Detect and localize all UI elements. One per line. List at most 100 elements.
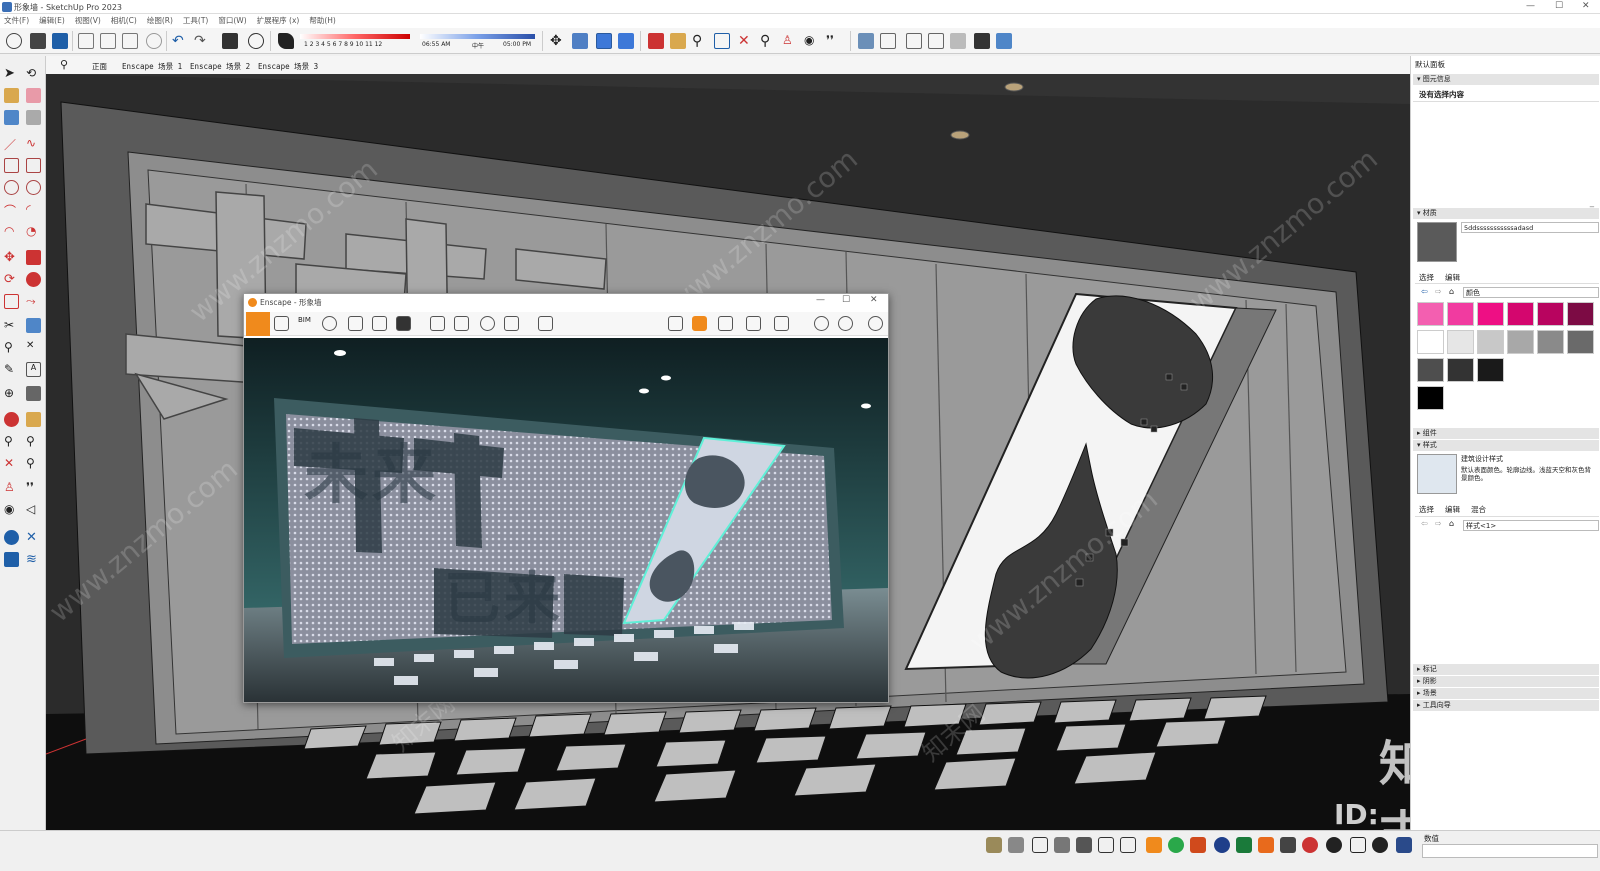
material-swatch[interactable] <box>1417 330 1444 354</box>
two-point-arc-icon[interactable]: ◜ <box>26 202 41 217</box>
material-swatch[interactable] <box>1537 302 1564 326</box>
enscape-collaboration-icon[interactable] <box>692 316 707 331</box>
enscape-sync-icon[interactable] <box>1168 837 1184 853</box>
enscape-video-icon[interactable] <box>396 316 411 331</box>
shaded-textures-icon[interactable] <box>974 33 990 49</box>
material-swatch[interactable] <box>1567 302 1594 326</box>
extension-warehouse-icon[interactable] <box>1054 837 1070 853</box>
wireframe-icon[interactable] <box>906 33 922 49</box>
user-icon[interactable] <box>1396 837 1412 853</box>
back-arrow-icon[interactable]: ⇦ <box>1421 287 1428 296</box>
material-swatch[interactable] <box>1417 302 1444 326</box>
plugin-c-icon[interactable] <box>4 552 19 567</box>
menu-window[interactable]: 窗口(W) <box>218 14 246 28</box>
home-icon[interactable]: ⌂ <box>1449 287 1454 296</box>
zoom-extents-tool-icon[interactable]: ✕ <box>4 456 19 471</box>
previous-view-icon[interactable]: ⚲ <box>760 33 776 49</box>
enscape-window[interactable]: Enscape - 形象墙 — ☐ ✕ BIM 未来 已来 <box>243 293 889 703</box>
enscape-minimize-button[interactable]: — <box>816 295 825 305</box>
freehand-icon[interactable]: ∿ <box>26 136 41 151</box>
menu-camera[interactable]: 相机(C) <box>111 14 137 28</box>
undo-icon[interactable]: ↶ <box>172 33 188 49</box>
push-pull-icon[interactable] <box>26 250 41 265</box>
material-swatch[interactable] <box>1447 302 1474 326</box>
enscape-render-view[interactable]: 未来 已来 <box>244 338 888 702</box>
menu-help[interactable]: 帮助(H) <box>309 14 336 28</box>
tab-enscape-1[interactable]: Enscape 场景 1 <box>122 61 182 72</box>
layout-icon[interactable] <box>1076 837 1092 853</box>
styles-tab-edit[interactable]: 编辑 <box>1445 504 1460 515</box>
enscape-views-icon[interactable] <box>274 316 289 331</box>
credits-icon[interactable] <box>1008 837 1024 853</box>
make-component-icon[interactable] <box>4 110 19 125</box>
rotated-rect-icon[interactable] <box>26 158 41 173</box>
materials-dropdown[interactable]: 颜色 <box>1463 287 1599 298</box>
material-swatch[interactable] <box>1417 386 1444 410</box>
style-builder-icon[interactable] <box>1120 837 1136 853</box>
scenes-header[interactable]: ▸ 场景 <box>1413 688 1599 699</box>
copy-icon[interactable] <box>100 33 116 49</box>
styles-home-icon[interactable]: ⌂ <box>1449 519 1454 528</box>
gear-icon[interactable] <box>1326 837 1342 853</box>
plugin-a-icon[interactable] <box>4 530 19 545</box>
zoom-tool-icon[interactable]: ⚲ <box>4 434 19 449</box>
enscape-vr-icon[interactable] <box>480 316 495 331</box>
zoom-window-icon[interactable] <box>714 33 730 49</box>
enscape-cube-icon[interactable] <box>718 316 733 331</box>
cloud-upload-icon[interactable] <box>1302 837 1318 853</box>
tape-icon[interactable] <box>26 110 41 125</box>
shadows-icon[interactable] <box>278 33 294 49</box>
checker-icon[interactable] <box>1280 837 1296 853</box>
eraser-icon[interactable] <box>26 88 41 103</box>
tags-header[interactable]: ▸ 标记 <box>1413 664 1599 675</box>
components-header[interactable]: ▸ 组件 <box>1413 428 1599 439</box>
mail-icon[interactable] <box>1350 837 1366 853</box>
materials-tab-select[interactable]: 选择 <box>1419 272 1434 283</box>
material-swatch[interactable] <box>1477 330 1504 354</box>
zoom-window-tool-icon[interactable]: ⚲ <box>26 434 41 449</box>
enscape-screenshot-icon[interactable] <box>430 316 445 331</box>
styles-forward-icon[interactable]: ⇨ <box>1435 519 1442 528</box>
axes-icon[interactable]: ✎ <box>4 362 19 377</box>
minimize-button[interactable]: — <box>1526 1 1535 11</box>
menu-file[interactable]: 文件(F) <box>4 14 29 28</box>
model-info-icon[interactable] <box>248 33 264 49</box>
shadow-date-slider[interactable] <box>300 34 410 39</box>
enscape-binoculars-icon[interactable] <box>322 316 337 331</box>
menu-view[interactable]: 视图(V) <box>75 14 101 28</box>
previous-tool-icon[interactable]: ⚲ <box>26 456 41 471</box>
enscape-export-icon[interactable] <box>538 316 553 331</box>
search-icon[interactable]: ⚲ <box>60 58 68 71</box>
enscape-start-icon[interactable] <box>1146 837 1162 853</box>
materials-header[interactable]: ▾ 材质 <box>1413 208 1599 219</box>
material-swatch[interactable] <box>1507 330 1534 354</box>
forward-arrow-icon[interactable]: ⇨ <box>1435 287 1442 296</box>
maximize-button[interactable]: ☐ <box>1555 1 1563 11</box>
enscape-360-icon[interactable] <box>504 316 519 331</box>
entity-info-header[interactable]: ▾ 图元信息 <box>1413 74 1599 85</box>
zoom-extents-icon[interactable]: ✕ <box>738 33 754 49</box>
back-edges-icon[interactable] <box>880 33 896 49</box>
enscape-bim-label[interactable]: BIM <box>298 316 311 324</box>
3d-text-icon[interactable]: A <box>26 362 41 377</box>
pan-icon[interactable] <box>670 33 686 49</box>
enscape-batch-render-icon[interactable] <box>454 316 469 331</box>
iso-view-icon[interactable] <box>572 33 588 49</box>
menu-edit[interactable]: 编辑(E) <box>39 14 65 28</box>
walk-icon[interactable]: ❜❜ <box>826 33 842 49</box>
select-icon[interactable]: ➤ <box>4 66 19 81</box>
walk-tool-icon[interactable] <box>4 412 19 427</box>
zoom-icon[interactable]: ⚲ <box>692 33 708 49</box>
enscape-material-editor-icon[interactable] <box>668 316 683 331</box>
sandbox-icon[interactable] <box>26 386 41 401</box>
position-camera-tool-icon[interactable]: ♙ <box>4 480 19 495</box>
material-swatch[interactable] <box>1567 330 1594 354</box>
new-icon[interactable] <box>6 33 22 49</box>
enscape-visibility-icon[interactable] <box>814 316 829 331</box>
front-view-icon[interactable] <box>618 33 634 49</box>
enscape-maximize-button[interactable]: ☐ <box>842 295 850 305</box>
warehouse-icon[interactable] <box>1032 837 1048 853</box>
arc-icon[interactable]: ⌒ <box>4 202 19 218</box>
tab-front[interactable]: 正面 <box>92 61 107 72</box>
styles-dropdown[interactable]: 样式<1> <box>1463 520 1599 531</box>
